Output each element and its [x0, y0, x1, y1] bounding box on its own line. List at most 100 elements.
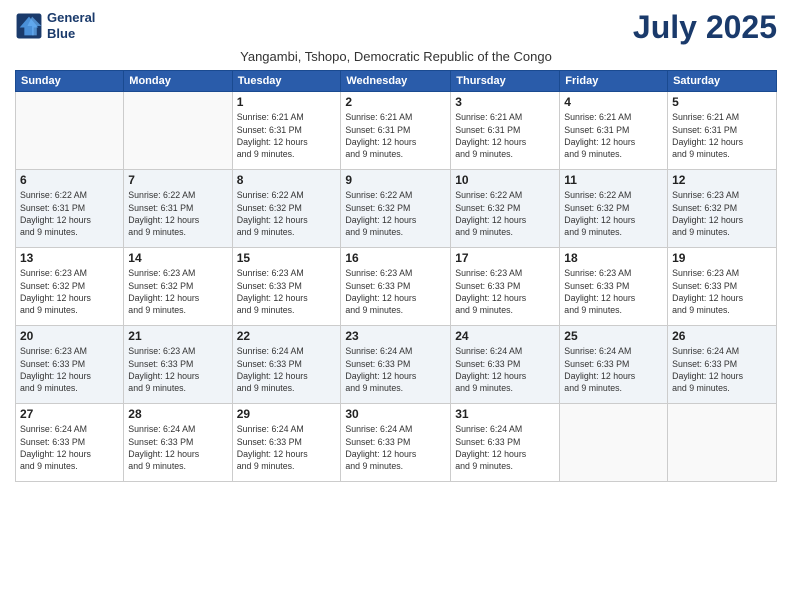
day-info: Sunrise: 6:24 AM Sunset: 6:33 PM Dayligh… [237, 423, 337, 472]
table-row: 2 Sunrise: 6:21 AM Sunset: 6:31 PM Daylig… [341, 92, 451, 170]
day-number: 8 [237, 173, 337, 187]
table-row: 22 Sunrise: 6:24 AM Sunset: 6:33 PM Dayli… [232, 326, 341, 404]
table-row: 18 Sunrise: 6:23 AM Sunset: 6:33 PM Dayli… [560, 248, 668, 326]
day-number: 10 [455, 173, 555, 187]
table-row: 31Sunrise: 6:24 AM Sunset: 6:33 PM Dayli… [451, 404, 560, 482]
table-row: 17Sunrise: 6:23 AM Sunset: 6:33 PM Dayli… [451, 248, 560, 326]
day-info: Sunrise: 6:22 AM Sunset: 6:32 PM Dayligh… [455, 189, 555, 238]
day-number: 21 [128, 329, 227, 343]
col-sunday: Sunday [16, 71, 124, 92]
table-row: 9Sunrise: 6:22 AM Sunset: 6:32 PM Daylig… [341, 170, 451, 248]
day-number: 22 [237, 329, 337, 343]
table-row: 16 Sunrise: 6:23 AM Sunset: 6:33 PM Dayli… [341, 248, 451, 326]
day-number: 20 [20, 329, 119, 343]
table-row: 11Sunrise: 6:22 AM Sunset: 6:32 PM Dayli… [560, 170, 668, 248]
day-number: 2 [345, 95, 446, 109]
day-number: 11 [564, 173, 663, 187]
day-number: 25 [564, 329, 663, 343]
day-number: 1 [237, 95, 337, 109]
day-info: Sunrise: 6:23 AM Sunset: 6:33 PM Dayligh… [564, 267, 663, 316]
day-info: Sunrise: 6:23 AM Sunset: 6:33 PM Dayligh… [672, 267, 772, 316]
day-number: 12 [672, 173, 772, 187]
day-number: 5 [672, 95, 772, 109]
day-number: 15 [237, 251, 337, 265]
day-info: Sunrise: 6:24 AM Sunset: 6:33 PM Dayligh… [455, 345, 555, 394]
day-info: Sunrise: 6:21 AM Sunset: 6:31 PM Dayligh… [455, 111, 555, 160]
table-row: 3 Sunrise: 6:21 AM Sunset: 6:31 PM Daylig… [451, 92, 560, 170]
table-row: 10 Sunrise: 6:22 AM Sunset: 6:32 PM Dayli… [451, 170, 560, 248]
calendar: Sunday Monday Tuesday Wednesday Thursday… [15, 70, 777, 482]
col-wednesday: Wednesday [341, 71, 451, 92]
day-number: 30 [345, 407, 446, 421]
day-number: 23 [345, 329, 446, 343]
day-info: Sunrise: 6:23 AM Sunset: 6:32 PM Dayligh… [672, 189, 772, 238]
table-row: 7 Sunrise: 6:22 AM Sunset: 6:31 PM Daylig… [124, 170, 232, 248]
page: General Blue July 2025 Yangambi, Tshopo,… [0, 0, 792, 612]
table-row: 5 Sunrise: 6:21 AM Sunset: 6:31 PM Daylig… [668, 92, 777, 170]
day-info: Sunrise: 6:24 AM Sunset: 6:33 PM Dayligh… [345, 423, 446, 472]
day-number: 6 [20, 173, 119, 187]
day-number: 13 [20, 251, 119, 265]
day-info: Sunrise: 6:24 AM Sunset: 6:33 PM Dayligh… [237, 345, 337, 394]
day-info: Sunrise: 6:22 AM Sunset: 6:31 PM Dayligh… [20, 189, 119, 238]
day-info: Sunrise: 6:23 AM Sunset: 6:33 PM Dayligh… [455, 267, 555, 316]
header: General Blue July 2025 [15, 10, 777, 45]
calendar-week-row: 6 Sunrise: 6:22 AM Sunset: 6:31 PM Daylig… [16, 170, 777, 248]
day-info: Sunrise: 6:21 AM Sunset: 6:31 PM Dayligh… [672, 111, 772, 160]
day-info: Sunrise: 6:22 AM Sunset: 6:31 PM Dayligh… [128, 189, 227, 238]
day-number: 26 [672, 329, 772, 343]
day-number: 24 [455, 329, 555, 343]
table-row [16, 92, 124, 170]
day-info: Sunrise: 6:24 AM Sunset: 6:33 PM Dayligh… [564, 345, 663, 394]
table-row: 19 Sunrise: 6:23 AM Sunset: 6:33 PM Dayli… [668, 248, 777, 326]
day-info: Sunrise: 6:24 AM Sunset: 6:33 PM Dayligh… [672, 345, 772, 394]
day-info: Sunrise: 6:24 AM Sunset: 6:33 PM Dayligh… [455, 423, 555, 472]
day-number: 29 [237, 407, 337, 421]
table-row: 28Sunrise: 6:24 AM Sunset: 6:33 PM Dayli… [124, 404, 232, 482]
table-row: 24 Sunrise: 6:24 AM Sunset: 6:33 PM Dayli… [451, 326, 560, 404]
table-row: 26 Sunrise: 6:24 AM Sunset: 6:33 PM Dayli… [668, 326, 777, 404]
day-info: Sunrise: 6:23 AM Sunset: 6:33 PM Dayligh… [345, 267, 446, 316]
day-info: Sunrise: 6:22 AM Sunset: 6:32 PM Dayligh… [345, 189, 446, 238]
day-number: 19 [672, 251, 772, 265]
day-number: 4 [564, 95, 663, 109]
col-saturday: Saturday [668, 71, 777, 92]
day-number: 28 [128, 407, 227, 421]
calendar-week-row: 27 Sunrise: 6:24 AM Sunset: 6:33 PM Dayli… [16, 404, 777, 482]
col-monday: Monday [124, 71, 232, 92]
day-number: 3 [455, 95, 555, 109]
day-number: 14 [128, 251, 227, 265]
col-tuesday: Tuesday [232, 71, 341, 92]
table-row [668, 404, 777, 482]
calendar-header-row: Sunday Monday Tuesday Wednesday Thursday… [16, 71, 777, 92]
day-info: Sunrise: 6:23 AM Sunset: 6:33 PM Dayligh… [20, 345, 119, 394]
day-number: 16 [345, 251, 446, 265]
table-row: 15 Sunrise: 6:23 AM Sunset: 6:33 PM Dayli… [232, 248, 341, 326]
day-info: Sunrise: 6:21 AM Sunset: 6:31 PM Dayligh… [345, 111, 446, 160]
table-row: 6 Sunrise: 6:22 AM Sunset: 6:31 PM Daylig… [16, 170, 124, 248]
day-number: 18 [564, 251, 663, 265]
table-row: 21Sunrise: 6:23 AM Sunset: 6:33 PM Dayli… [124, 326, 232, 404]
table-row: 25 Sunrise: 6:24 AM Sunset: 6:33 PM Dayli… [560, 326, 668, 404]
table-row: 23Sunrise: 6:24 AM Sunset: 6:33 PM Dayli… [341, 326, 451, 404]
day-info: Sunrise: 6:23 AM Sunset: 6:33 PM Dayligh… [237, 267, 337, 316]
main-title: July 2025 [633, 10, 777, 45]
col-thursday: Thursday [451, 71, 560, 92]
logo-icon [15, 12, 43, 40]
calendar-week-row: 20 Sunrise: 6:23 AM Sunset: 6:33 PM Dayli… [16, 326, 777, 404]
table-row: 14Sunrise: 6:23 AM Sunset: 6:32 PM Dayli… [124, 248, 232, 326]
day-number: 27 [20, 407, 119, 421]
table-row: 1Sunrise: 6:21 AM Sunset: 6:31 PM Daylig… [232, 92, 341, 170]
table-row: 20 Sunrise: 6:23 AM Sunset: 6:33 PM Dayli… [16, 326, 124, 404]
day-info: Sunrise: 6:21 AM Sunset: 6:31 PM Dayligh… [564, 111, 663, 160]
day-number: 7 [128, 173, 227, 187]
logo-text: General Blue [47, 10, 95, 41]
day-info: Sunrise: 6:23 AM Sunset: 6:32 PM Dayligh… [20, 267, 119, 316]
table-row: 4 Sunrise: 6:21 AM Sunset: 6:31 PM Daylig… [560, 92, 668, 170]
logo-line1: General [47, 10, 95, 26]
logo: General Blue [15, 10, 95, 41]
table-row: 29 Sunrise: 6:24 AM Sunset: 6:33 PM Dayli… [232, 404, 341, 482]
table-row: 12 Sunrise: 6:23 AM Sunset: 6:32 PM Dayli… [668, 170, 777, 248]
table-row [560, 404, 668, 482]
calendar-week-row: 1 Sunrise: 6:21 AM Sunset: 6:31 PM Daylig… [16, 92, 777, 170]
